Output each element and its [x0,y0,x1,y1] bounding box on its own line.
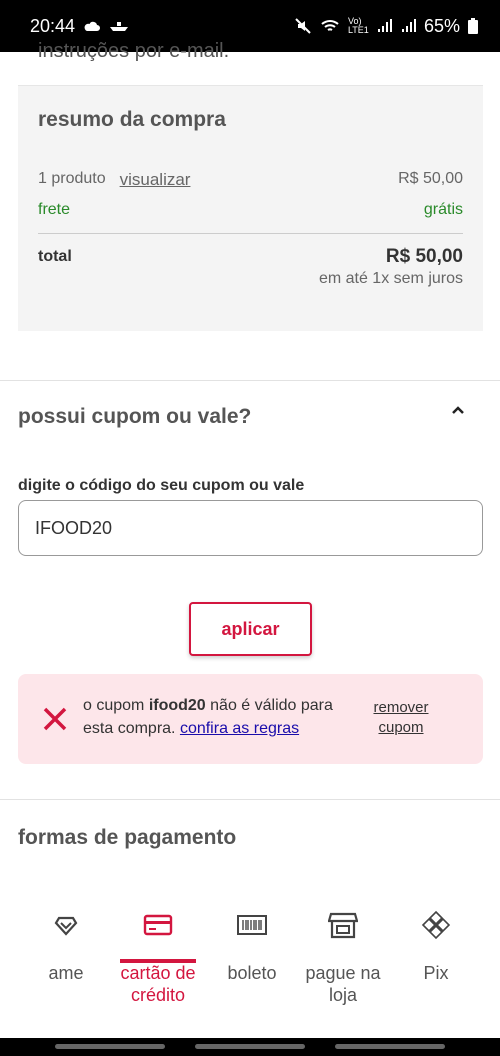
purchase-summary: resumo da compra 1 produto visualizar R$… [18,85,483,331]
coupon-error-message: o cupom ifood20 não é válido para esta c… [83,694,358,740]
boat-icon [110,22,129,31]
total-label: total [38,248,72,265]
payment-tab-pix[interactable]: Pix [392,910,480,984]
remove-coupon-link[interactable]: remover cupom [364,698,438,738]
summary-divider [38,233,463,234]
apply-coupon-button[interactable]: aplicar [189,602,312,656]
system-nav-bar [0,1038,500,1056]
wifi-icon [321,20,339,31]
payment-tab-store[interactable]: pague na loja [299,910,387,1006]
payment-tab-label: boleto [227,963,277,983]
error-x-icon [43,707,67,731]
barcode-icon [237,915,267,935]
product-row: 1 produto visualizar [38,170,190,190]
network-label: Vo) LTE1 [347,16,369,35]
active-tab-indicator [120,959,196,963]
signal-icon [377,19,392,32]
coupon-section-title[interactable]: possui cupom ou vale? [18,405,251,429]
payment-tab-label: cartão de crédito [120,963,196,1005]
clipped-instructions-text: instruções por e-mail. [38,40,230,62]
store-icon [328,912,358,939]
section-divider [0,799,500,800]
coupon-input[interactable] [18,500,483,556]
payment-tab-label: ame [48,963,84,983]
product-count: 1 produto [38,170,106,187]
shipping-value: grátis [423,201,463,218]
error-coupon-code: ifood20 [148,697,206,714]
payment-tab-ame[interactable]: ame [22,910,110,984]
nav-back-pill[interactable] [335,1044,445,1049]
payment-tab-credit-card[interactable]: cartão de crédito [114,910,202,1006]
coupon-error-alert: o cupom ifood20 não é válido para esta c… [18,674,483,764]
nav-recent-pill[interactable] [55,1044,165,1049]
nav-home-pill[interactable] [195,1044,305,1049]
coupon-field-label: digite o código do seu cupom ou vale [18,477,305,494]
coupon-rules-link[interactable]: confira as regras [180,720,299,737]
chevron-up-icon[interactable] [448,400,468,420]
credit-card-icon [143,914,173,936]
signal-icon [401,19,416,32]
cloud-icon [84,21,101,31]
shipping-label: frete [38,201,71,218]
view-products-link[interactable]: visualizar [120,170,191,190]
status-time: 20:44 [30,15,76,36]
section-divider [0,380,500,381]
payment-section-title: formas de pagamento [18,826,237,849]
total-value: R$ 50,00 [385,246,463,267]
battery-icon [468,18,478,34]
installments-text: em até 1x sem juros [318,270,463,287]
payment-tab-label: pague na loja [305,963,381,1005]
payment-tab-boleto[interactable]: boleto [208,910,296,984]
pix-icon [421,910,451,940]
payment-tab-label: Pix [423,963,449,983]
summary-title: resumo da compra [38,108,226,131]
ame-heart-icon [54,916,78,936]
mute-icon [295,18,311,34]
battery-percent: 65% [423,15,460,36]
error-prefix: o cupom [83,697,149,714]
product-price: R$ 50,00 [398,170,463,187]
